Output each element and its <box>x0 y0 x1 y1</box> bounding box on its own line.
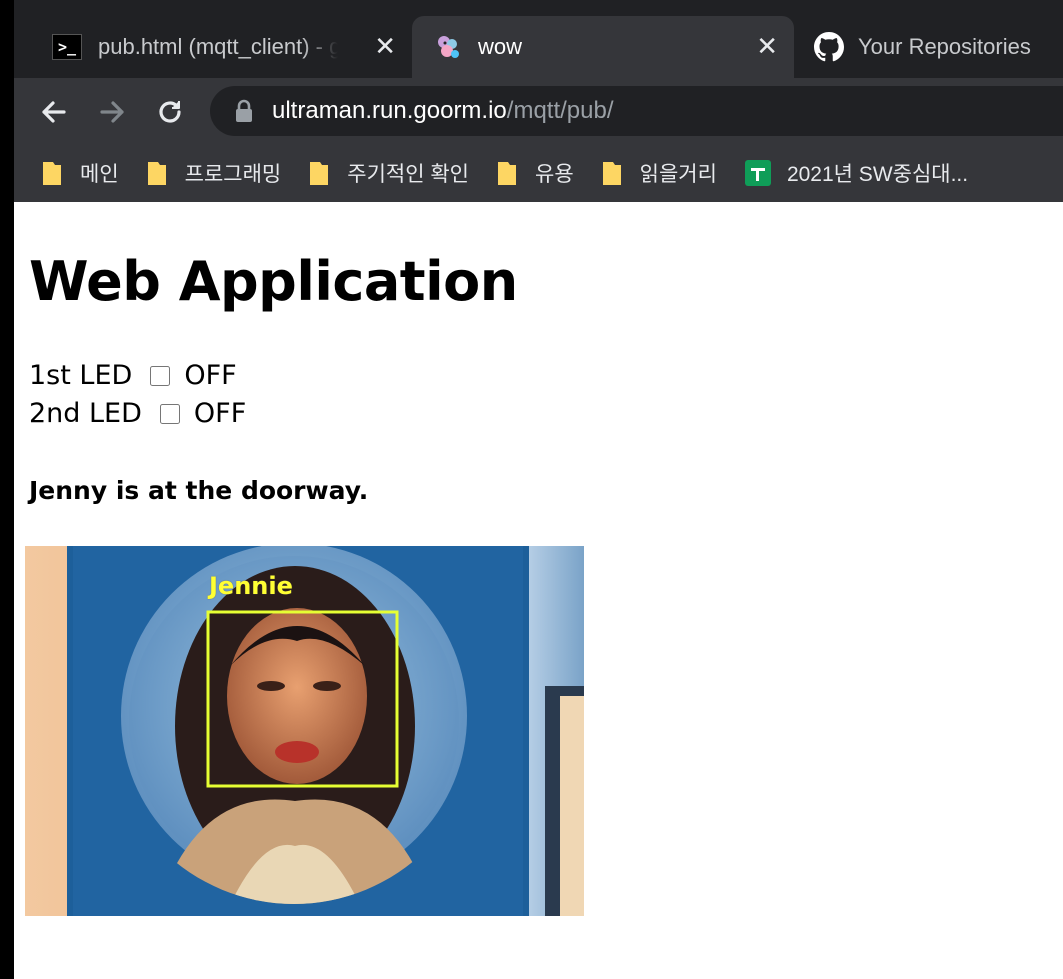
close-tab-icon[interactable]: ✕ <box>756 31 778 61</box>
tab-wow[interactable]: wow ✕ <box>412 16 794 78</box>
tab-strip: >_ pub.html (mqtt_client) - goorm ✕ wow … <box>14 0 1063 78</box>
folder-icon <box>310 162 329 185</box>
status-message: Jenny is at the doorway. <box>29 476 369 505</box>
tab-title: pub.html (mqtt_client) - goorm <box>98 34 338 59</box>
close-tab-icon[interactable]: ✕ <box>374 31 396 61</box>
led-1-checkbox[interactable] <box>150 365 171 386</box>
url-host: ultraman.run.goorm.io <box>272 97 507 124</box>
bookmarks-bar: 메인 프로그래밍 주기적인 확인 유용 읽을거리 2021년 SW중심대... <box>14 144 1063 202</box>
bookmark-programming[interactable]: 프로그래밍 <box>147 158 282 188</box>
page-content: Web Application 1st LED OFF 2nd LED OFF … <box>14 202 1063 979</box>
tab-pub-html[interactable]: >_ pub.html (mqtt_client) - goorm ✕ <box>36 16 412 78</box>
folder-icon <box>43 162 61 185</box>
led-1-control: 1st LED OFF <box>29 360 237 391</box>
folder-icon <box>498 162 517 185</box>
led-1-label: 1st LED <box>29 360 133 391</box>
address-bar[interactable]: ultraman.run.goorm.io /mqtt/pub/ <box>210 86 1063 136</box>
bookmark-periodic-check[interactable]: 주기적인 확인 <box>309 158 469 188</box>
reload-icon[interactable] <box>150 92 190 132</box>
tab-your-repositories[interactable]: Your Repositories <box>794 16 1063 78</box>
bookmark-reading[interactable]: 읽을거리 <box>602 158 717 188</box>
bookmark-label: 유용 <box>535 163 574 186</box>
url-path: /mqtt/pub/ <box>506 97 614 124</box>
back-arrow-icon[interactable] <box>34 92 74 132</box>
bookmark-label: 읽을거리 <box>639 163 717 186</box>
browser-toolbar: ultraman.run.goorm.io /mqtt/pub/ <box>14 78 1063 144</box>
led-2-label: 2nd LED <box>29 398 142 429</box>
led-1-state: OFF <box>184 360 237 391</box>
bookmark-label: 프로그래밍 <box>184 163 282 186</box>
bookmark-label: 메인 <box>80 163 119 186</box>
led-2-control: 2nd LED OFF <box>29 398 246 429</box>
camera-feed-image: Jennie <box>25 546 584 916</box>
led-2-checkbox[interactable] <box>159 403 180 424</box>
wow-favicon-icon <box>438 36 459 58</box>
bookmark-sw-2021[interactable]: 2021년 SW중심대... <box>744 158 969 188</box>
google-sheets-icon <box>744 160 771 186</box>
face-detection-label: Jennie <box>209 572 293 600</box>
bookmark-label: 주기적인 확인 <box>347 163 470 186</box>
tab-title: Your Repositories <box>858 34 1031 59</box>
lock-icon[interactable] <box>234 99 254 123</box>
bookmark-label: 2021년 SW중심대... <box>786 163 969 186</box>
terminal-icon: >_ <box>52 34 82 60</box>
tab-title: wow <box>478 34 523 59</box>
folder-icon <box>147 162 166 185</box>
bookmark-main[interactable]: 메인 <box>42 158 119 188</box>
forward-arrow-icon[interactable] <box>92 92 132 132</box>
browser-window: >_ pub.html (mqtt_client) - goorm ✕ wow … <box>14 0 1063 979</box>
page-title: Web Application <box>29 250 518 313</box>
bookmark-useful[interactable]: 유용 <box>497 158 574 188</box>
github-icon <box>814 32 844 62</box>
led-2-state: OFF <box>193 398 247 429</box>
folder-icon <box>602 162 621 185</box>
camera-frame <box>25 546 584 916</box>
